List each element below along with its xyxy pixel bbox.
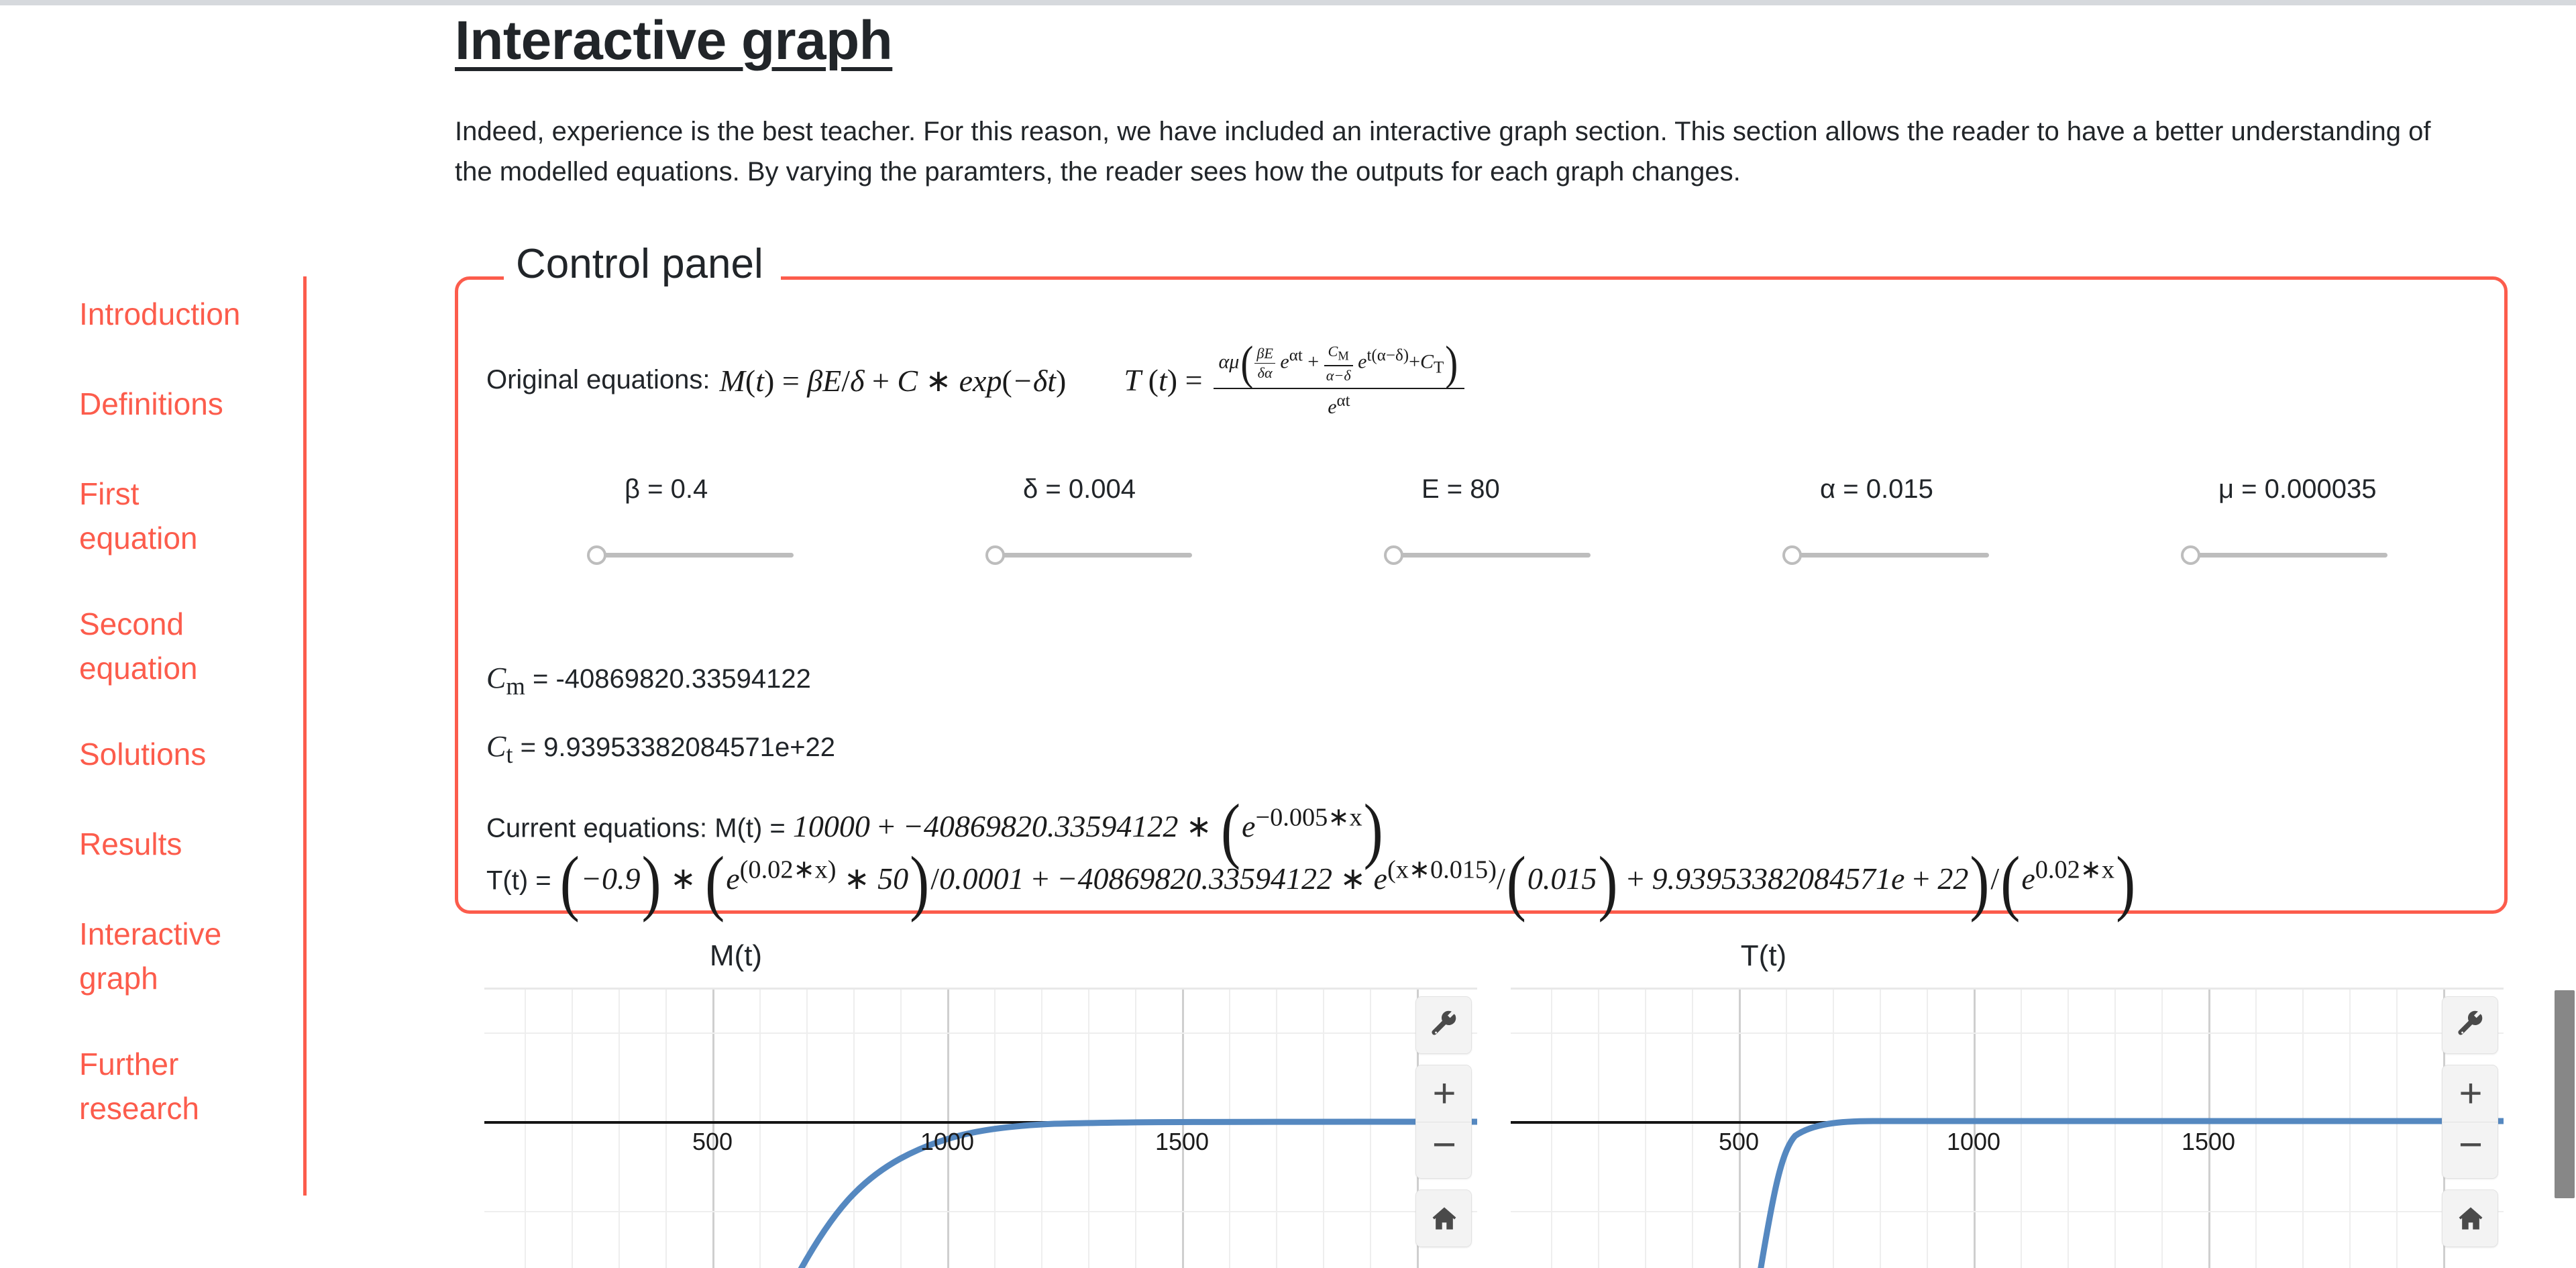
- current-equation-t-prefix: T(t) =: [486, 865, 551, 896]
- page-title: Interactive graph: [455, 10, 893, 71]
- plot-mt-zoom-group: + −: [1415, 1065, 1472, 1179]
- plot-mt-home-group: [1415, 1190, 1472, 1247]
- slider-label-mu: μ = 0.000035: [2218, 474, 2377, 504]
- zoom-in-icon[interactable]: +: [2443, 1065, 2498, 1122]
- slider-cell-delta: δ = 0.004: [885, 474, 1283, 505]
- sidebar-item-definitions[interactable]: Definitions: [79, 382, 260, 426]
- zoom-in-icon[interactable]: +: [1416, 1065, 1471, 1122]
- plot-tt-xtick-500: 500: [1718, 1128, 1760, 1155]
- zoom-out-label: −: [2458, 1121, 2483, 1168]
- intro-paragraph: Indeed, experience is the best teacher. …: [455, 117, 2431, 187]
- zoom-out-label: −: [1432, 1121, 1457, 1168]
- plot-tt-zoom-group: + −: [2442, 1065, 2498, 1179]
- original-equation-t-fraction: αμ(βE δα eαt + CM α−δ et(α−δ)+CT) eαt: [1213, 337, 1465, 419]
- page-root: Introduction Definitions First equation …: [0, 0, 2576, 1268]
- slider-delta-track[interactable]: [994, 553, 1192, 558]
- current-equation-t-line: T(t) = (−0.9) ∗ (e(0.02∗x) ∗ 50)/0.0001 …: [486, 841, 2137, 922]
- slider-label-alpha: α = 0.015: [1820, 474, 1933, 504]
- plot-mt-curve: [798, 1118, 1477, 1268]
- sidebar-item-introduction[interactable]: Introduction: [79, 292, 260, 336]
- graphs-area: M(t) 500 1000 1500 + − T(t) 500 1000 150…: [0, 939, 2576, 1268]
- current-equation-m-body: 10000 + −40869820.33594122 ∗ (e−0.005∗x): [792, 788, 1383, 870]
- plot-tt-xtick-1000: 1000: [1946, 1128, 2001, 1155]
- plot-mt-toolbar: + −: [1415, 996, 1472, 1247]
- graph-title-mt: M(t): [709, 939, 763, 972]
- slider-label-beta: β = 0.4: [625, 474, 708, 504]
- plot-tt-xtick-1500: 1500: [2181, 1128, 2236, 1155]
- main-content: Interactive graph Indeed, experience is …: [455, 0, 2508, 219]
- slider-mu-track[interactable]: [2189, 553, 2387, 558]
- plot-tt-toolbar: + −: [2442, 996, 2498, 1247]
- current-equation-t-body: (−0.9) ∗ (e(0.02∗x) ∗ 50)/0.0001 + −4086…: [559, 841, 2136, 922]
- slider-label-delta: δ = 0.004: [1023, 474, 1136, 504]
- slider-alpha-track[interactable]: [1790, 553, 1989, 558]
- control-panel-legend: Control panel: [504, 244, 781, 285]
- slider-beta[interactable]: [587, 541, 795, 568]
- current-equations-label: Current equations:: [486, 813, 708, 843]
- graph-block-mt: M(t) 500 1000 1500 + −: [484, 939, 1477, 1268]
- wrench-icon[interactable]: [2443, 997, 2498, 1053]
- slider-alpha[interactable]: [1782, 541, 1990, 568]
- slider-label-e: E = 80: [1421, 474, 1500, 504]
- slider-cell-beta: β = 0.4: [486, 474, 885, 505]
- zoom-out-icon[interactable]: −: [1416, 1121, 1471, 1178]
- plot-mt-xtick-1500: 1500: [1155, 1128, 1210, 1155]
- sidebar-item-results[interactable]: Results: [79, 822, 260, 866]
- slider-cell-e: E = 80: [1283, 474, 1682, 505]
- plot-mt[interactable]: 500 1000 1500 + −: [484, 988, 1477, 1268]
- constant-cm: Cm = -40869820.33594122: [486, 661, 811, 700]
- original-equation-t: T (t) = αμ(βE δα eαt + CM α−δ et(α−δ)+CT) …: [1124, 337, 1465, 419]
- constant-cm-value: = -40869820.33594122: [533, 664, 811, 694]
- constant-cm-symbol: Cm: [486, 662, 525, 700]
- sidebar-item-second-equation[interactable]: Second equation: [79, 602, 260, 690]
- original-equations-row: Original equations: M(t) = βE/δ + C ∗ ex…: [486, 337, 2472, 419]
- constant-ct-value: = 9.93953382084571e+22: [520, 733, 836, 762]
- slider-delta-thumb[interactable]: [985, 545, 1005, 565]
- slider-alpha-thumb[interactable]: [1782, 545, 1802, 565]
- constant-ct: Ct = 9.93953382084571e+22: [486, 729, 835, 769]
- slider-beta-thumb[interactable]: [587, 545, 606, 565]
- current-equation-m-line: Current equations: M(t) = 10000 + −40869…: [486, 788, 2137, 870]
- page-scrollbar[interactable]: [2553, 5, 2576, 1268]
- zoom-in-label: +: [1432, 1071, 1456, 1116]
- slider-tracks-row: [486, 541, 2479, 568]
- plot-tt-curve: [1758, 1118, 2504, 1268]
- slider-cell-mu: μ = 0.000035: [2080, 474, 2479, 505]
- home-icon[interactable]: [2443, 1190, 2498, 1247]
- graph-block-tt: T(t) 500 1000 1500 + −: [1511, 939, 2504, 1268]
- graph-title-tt: T(t): [1740, 939, 1787, 972]
- slider-e-thumb[interactable]: [1384, 545, 1403, 565]
- page-scrollbar-thumb[interactable]: [2555, 990, 2575, 1198]
- slider-beta-track[interactable]: [595, 553, 794, 558]
- original-equations-label: Original equations:: [486, 365, 710, 394]
- slider-mu[interactable]: [2181, 541, 2389, 568]
- plot-mt-settings-group: [1415, 996, 1472, 1054]
- slider-delta[interactable]: [985, 541, 1193, 568]
- home-icon[interactable]: [1416, 1190, 1471, 1247]
- slider-cell-alpha: α = 0.015: [1682, 474, 2080, 505]
- sidebar-item-first-equation[interactable]: First equation: [79, 472, 260, 560]
- zoom-in-label: +: [2459, 1071, 2483, 1116]
- sidebar-item-solutions[interactable]: Solutions: [79, 732, 260, 776]
- current-equation-m-prefix: M(t) =: [714, 813, 786, 843]
- plot-mt-xtick-1000: 1000: [920, 1128, 975, 1155]
- plot-tt-home-group: [2442, 1190, 2498, 1247]
- current-equations: Current equations: M(t) = 10000 + −40869…: [486, 788, 2137, 922]
- plot-tt[interactable]: 500 1000 1500 + −: [1511, 988, 2504, 1268]
- zoom-out-icon[interactable]: −: [2443, 1122, 2498, 1178]
- slider-labels-row: β = 0.4 δ = 0.004 E = 80 α = 0.015 μ = 0…: [486, 474, 2479, 505]
- slider-e[interactable]: [1384, 541, 1592, 568]
- wrench-icon[interactable]: [1416, 997, 1471, 1053]
- plot-mt-xtick-500: 500: [692, 1128, 733, 1155]
- constant-ct-symbol: Ct: [486, 730, 513, 768]
- original-equation-m: M(t) = βE/δ + C ∗ exp(−δt): [719, 363, 1067, 398]
- plot-tt-settings-group: [2442, 996, 2498, 1054]
- slider-e-track[interactable]: [1392, 553, 1591, 558]
- control-panel: Control panel Original equations: M(t) =…: [455, 244, 2508, 922]
- slider-mu-thumb[interactable]: [2181, 545, 2200, 565]
